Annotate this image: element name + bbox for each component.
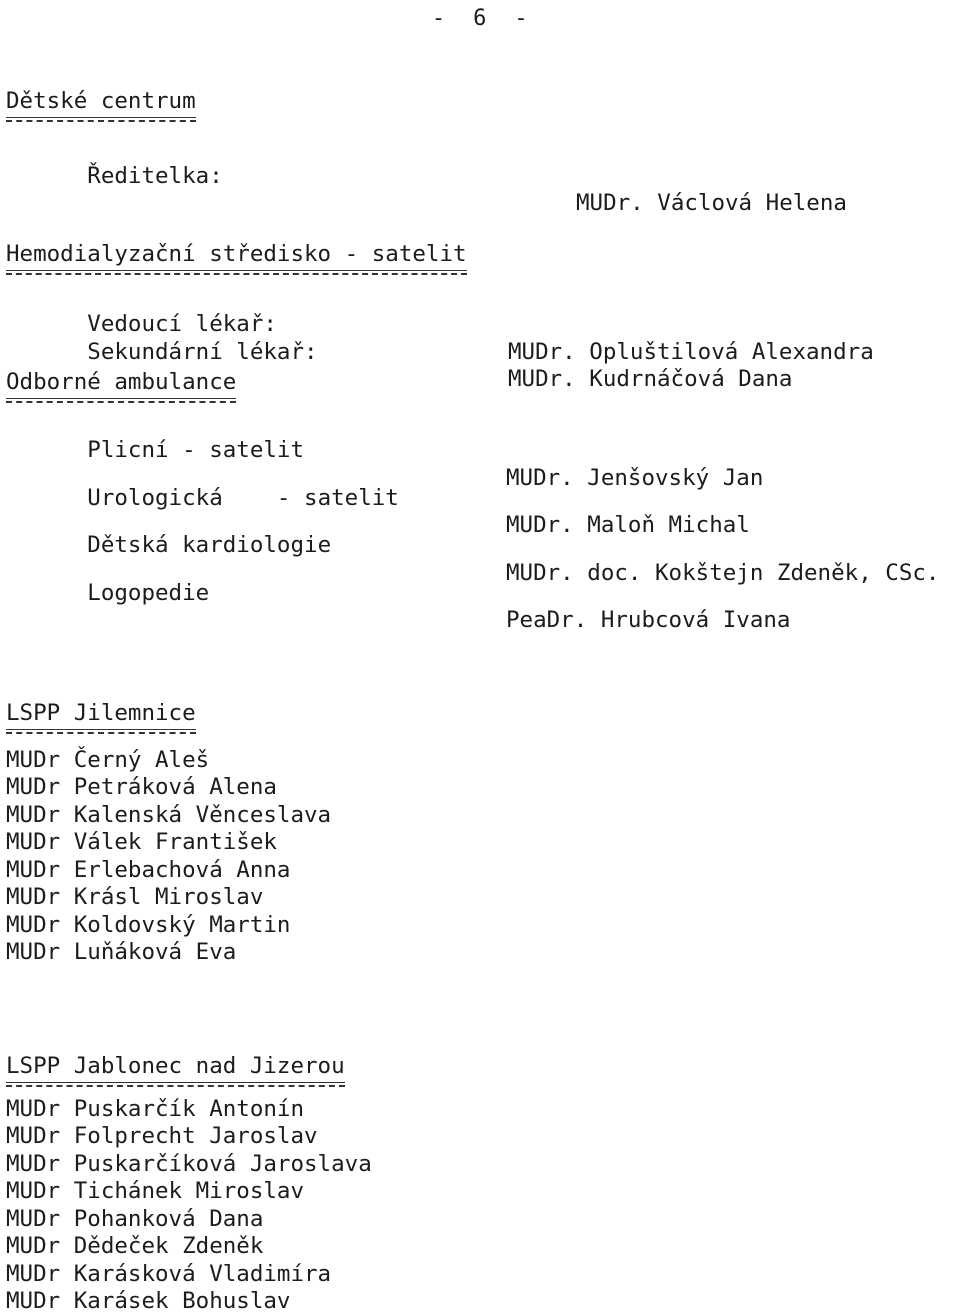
- table-row: Sekundární lékař: MUDr. Kudrnáčová Dana: [6, 311, 954, 393]
- section-heading-hemodialyzacni-stredisko: Hemodialyzační středisko - satelit: [6, 241, 467, 275]
- document-content: Dětské centrum Ředitelka: MUDr. Václová …: [6, 88, 954, 1316]
- row-label: Sekundární lékař:: [87, 338, 318, 365]
- list-item: MUDr Karásek Bohuslav: [6, 1288, 291, 1314]
- list-item: MUDr Petráková Alena: [6, 774, 277, 800]
- table-row: Vedoucí lékař: MUDr. Opluštilová Alexand…: [6, 284, 954, 365]
- table-row: Urologická - satelit MUDr. Maloň Michal: [6, 457, 954, 539]
- list-item: MUDr Kalenská Věnceslava: [6, 801, 332, 828]
- list-item: MUDr Folprecht Jaroslav: [6, 1123, 318, 1149]
- section-heading-lspp-jablonec-block: LSPP Jablonec nad Jizerou: [6, 1053, 954, 1087]
- table-row: Plicní - satelit MUDr. Jenšovský Jan: [6, 410, 954, 491]
- list-item: MUDr Válek František: [6, 829, 277, 855]
- section-heading-lspp-jilemnice: LSPP Jilemnice: [6, 700, 196, 734]
- row-label: Logopedie: [87, 579, 210, 606]
- section-heading-detske-centrum: Dětské centrum: [6, 88, 196, 122]
- table-row: Dětská kardiologie MUDr. doc. Kokštejn Z…: [6, 505, 954, 586]
- document-page: - 6 - Dětské centrum Ředitelka: MUDr. Vá…: [0, 0, 960, 1314]
- section-heading-odborne-ambulance-block: Odborné ambulance: [6, 369, 954, 403]
- section-heading-detske-centrum-block: Dětské centrum: [6, 88, 954, 122]
- list-item: MUDr Luňáková Eva: [6, 939, 237, 965]
- list-item: MUDr Karásková Vladimíra: [6, 1260, 332, 1287]
- section-heading-lspp-jablonec-nad-jizerou: LSPP Jablonec nad Jizerou: [6, 1053, 345, 1087]
- list-item: MUDr Tichánek Miroslav: [6, 1178, 305, 1204]
- list-item: MUDr Černý Aleš: [6, 746, 210, 773]
- section-heading-lspp-jilemnice-block: LSPP Jilemnice: [6, 700, 954, 734]
- table-row: Ředitelka: MUDr. Václová Helena: [6, 135, 954, 217]
- section-heading-hemodialyzacni-block: Hemodialyzační středisko - satelit: [6, 241, 954, 275]
- list-item: MUDr Dědeček Zdeněk: [6, 1233, 264, 1259]
- section-heading-odborne-ambulance: Odborné ambulance: [6, 369, 237, 403]
- row-label: Ředitelka:: [87, 162, 223, 189]
- list-item: MUDr Puskarčík Antonín: [6, 1095, 305, 1122]
- list-item: MUDr Pohanková Dana: [6, 1205, 264, 1232]
- list-item: MUDr Krásl Miroslav: [6, 884, 264, 910]
- row-value: MUDr. Opluštilová Alexandra: [508, 338, 874, 365]
- list-item: MUDr Puskarčíková Jaroslava: [6, 1150, 372, 1177]
- list-item: MUDr Koldovský Martin: [6, 911, 291, 938]
- page-number: - 6 -: [431, 6, 529, 31]
- list-item: MUDr Erlebachová Anna: [6, 856, 291, 883]
- table-row: Logopedie PeaDr. Hrubcová Ivana: [6, 552, 954, 634]
- row-value: MUDr. Kudrnáčová Dana: [508, 366, 793, 392]
- row-value: PeaDr. Hrubcová Ivana: [506, 607, 791, 633]
- row-value: MUDr. Václová Helena: [576, 190, 847, 216]
